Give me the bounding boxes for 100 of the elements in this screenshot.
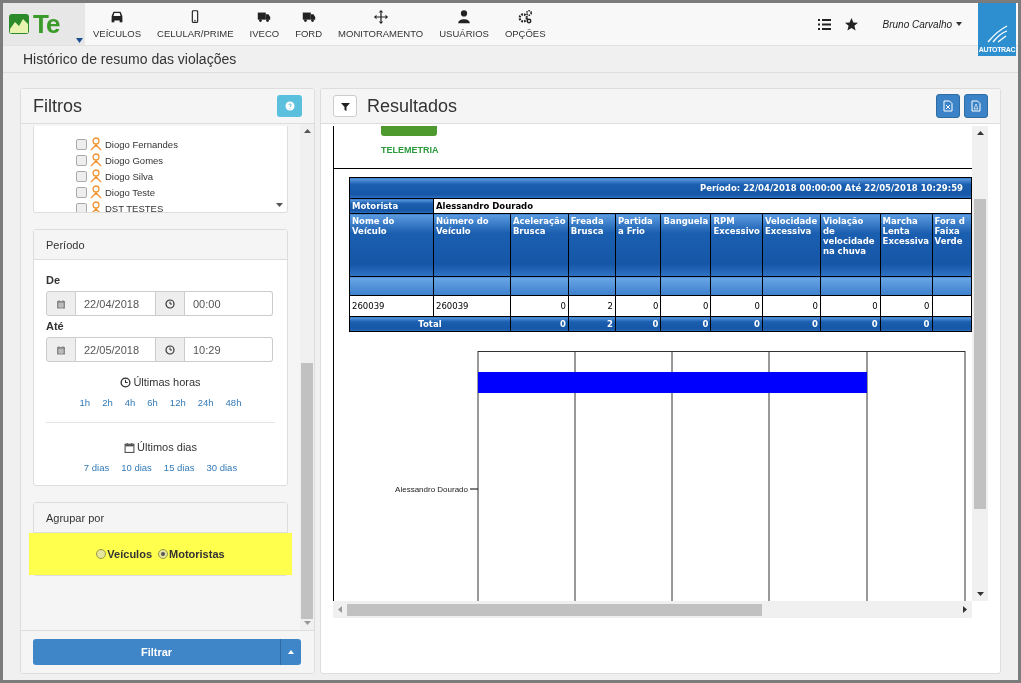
nav-item[interactable]: VEÍCULOS — [85, 3, 150, 45]
card-title: Período — [46, 238, 85, 251]
panel-title: Filtros — [33, 95, 83, 117]
driver-name[interactable]: Diogo Silva — [105, 170, 154, 182]
column-header: Violação de velocidade na chuva — [820, 213, 881, 277]
scroll-down-icon[interactable] — [275, 201, 283, 208]
column-header: Número do Veículo — [433, 213, 511, 277]
checkbox[interactable] — [76, 202, 87, 212]
driver-name[interactable]: Diogo Teste — [105, 186, 155, 198]
checkbox[interactable] — [76, 154, 87, 166]
column-header: Partida a Frio — [615, 213, 661, 277]
section-label: Últimas horas — [133, 376, 201, 388]
time-range-link[interactable]: 4h — [124, 397, 136, 408]
time-field[interactable]: 00:00 — [185, 291, 273, 316]
scroll-left-icon[interactable] — [337, 606, 344, 613]
radio-label[interactable]: Motoristas — [169, 548, 225, 560]
time-range-link[interactable]: 15 dias — [163, 462, 195, 473]
move-icon — [372, 9, 389, 25]
clock-icon — [120, 376, 132, 388]
scrollbar[interactable] — [972, 126, 988, 601]
nav-item[interactable]: OPÇÕES — [496, 3, 554, 45]
period-header: Período: 22/04/2018 00:00:00 Até 22/05/2018 10:29:59 — [349, 177, 972, 199]
person-icon — [90, 201, 102, 212]
column-header: Marcha Lenta Excessiva — [880, 213, 933, 277]
checkbox[interactable] — [76, 186, 87, 198]
filter-button[interactable]: Filtrar — [33, 639, 281, 665]
time-field[interactable]: 10:29 — [185, 337, 273, 362]
scroll-down-icon[interactable] — [976, 590, 984, 597]
time-range-link[interactable]: 1h — [79, 397, 91, 408]
filter-toggle-button[interactable] — [333, 95, 357, 117]
filter-icon[interactable] — [340, 101, 350, 111]
time-range-link[interactable]: 6h — [147, 397, 158, 408]
column-header: Velocidade Excessiva — [762, 213, 821, 277]
person-icon — [90, 169, 102, 183]
nav-item[interactable]: FORD — [287, 3, 331, 45]
column-header: Freada Brusca — [568, 213, 616, 277]
field-label: Até — [46, 320, 65, 332]
driver-name[interactable]: DST TESTES — [105, 202, 164, 212]
person-icon — [90, 137, 102, 151]
logo-icon[interactable] — [8, 13, 30, 35]
table-cell: 260039 — [349, 295, 434, 317]
column-header: Banguela — [660, 213, 711, 277]
radio-button[interactable] — [158, 549, 168, 559]
time-range-link[interactable]: 10 dias — [121, 462, 152, 473]
time-range-link[interactable]: 30 dias — [206, 462, 238, 473]
tick-mark — [469, 488, 479, 490]
dropdown-toggle[interactable] — [281, 639, 301, 665]
nav-item[interactable]: CELULAR/PRIME — [149, 3, 242, 45]
section-label: Últimos dias — [137, 441, 197, 453]
logo-bar — [381, 126, 437, 136]
nav-item[interactable]: IVECO — [241, 3, 288, 45]
report-brand: TELEMETRIA — [381, 145, 440, 155]
column-header: Aceleração Brusca — [510, 213, 569, 277]
horizontal-scrollbar[interactable] — [333, 601, 972, 618]
pdf-file-icon[interactable] — [971, 100, 981, 112]
calendar-icon — [56, 298, 66, 309]
caret-icon[interactable] — [76, 38, 83, 43]
list-icon[interactable] — [816, 16, 832, 32]
panel-title: Resultados — [367, 95, 459, 117]
star-icon[interactable] — [843, 16, 859, 32]
pdf-export-button[interactable] — [964, 94, 988, 118]
date-field[interactable]: 22/04/2018 — [76, 291, 155, 316]
help-button[interactable] — [277, 95, 302, 117]
checkbox[interactable] — [76, 170, 87, 182]
time-range-link[interactable]: 2h — [102, 397, 113, 408]
person-icon — [90, 185, 102, 199]
caret-icon[interactable] — [956, 22, 962, 26]
user-menu[interactable]: Bruno Carvalho — [864, 3, 978, 45]
column-header: Fora d Faixa Verde — [932, 213, 972, 277]
car-icon — [109, 9, 125, 25]
radio-label[interactable]: Veículos — [107, 548, 152, 560]
scroll-right-icon[interactable] — [961, 606, 968, 613]
nav-item[interactable]: MONITORAMENTO — [330, 3, 432, 45]
date-field[interactable]: 22/05/2018 — [76, 337, 155, 362]
user-icon — [456, 9, 473, 25]
nav-item[interactable]: USUÁRIOS — [431, 3, 497, 45]
time-range-link[interactable]: 12h — [169, 397, 186, 408]
spreadsheet-file-icon[interactable] — [943, 100, 953, 112]
scroll-up-icon[interactable] — [976, 130, 984, 137]
help-icon[interactable] — [284, 101, 295, 111]
driver-name[interactable]: Diogo Fernandes — [105, 138, 178, 150]
checkbox[interactable] — [76, 138, 87, 150]
excel-export-button[interactable] — [936, 94, 960, 118]
clock-icon — [165, 344, 175, 355]
time-range-link[interactable]: 24h — [197, 397, 214, 408]
scrollbar[interactable] — [300, 124, 314, 630]
driver-name[interactable]: Diogo Gomes — [105, 154, 164, 166]
axis-label: Alessandro Dourado — [395, 485, 468, 494]
card-title: Agrupar por — [46, 511, 105, 524]
column-header: RPM Excessivo — [710, 213, 763, 277]
field-label: De — [46, 274, 62, 286]
time-range-link[interactable]: 48h — [225, 397, 242, 408]
calendar-icon — [56, 344, 66, 355]
scroll-up-icon[interactable] — [303, 128, 311, 135]
gears-icon — [517, 9, 534, 25]
radio-button[interactable] — [96, 549, 107, 559]
time-range-link[interactable]: 7 dias — [83, 462, 110, 473]
calendar-icon — [124, 441, 136, 453]
page-title: Histórico de resumo das violações — [23, 51, 237, 67]
person-icon — [90, 153, 102, 167]
